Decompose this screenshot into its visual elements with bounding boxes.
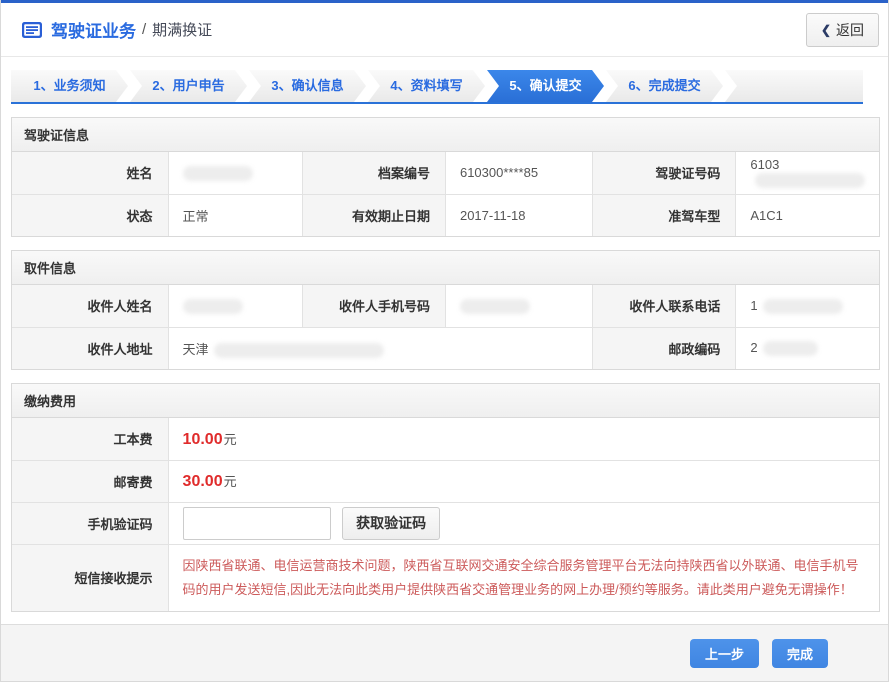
tab-step-5-label: 5、确认提交 <box>509 78 581 93</box>
postal-code-label: 邮政编码 <box>593 327 736 369</box>
recipient-phone-value: 1 <box>736 285 879 327</box>
file-no-label: 档案编号 <box>302 152 445 194</box>
table-row: 收件人姓名 收件人手机号码 收件人联系电话 1 <box>12 285 879 327</box>
sms-notice-text: 因陕西省联通、电信运营商技术问题，陕西省互联网交通安全综合服务管理平台无法向持陕… <box>169 545 879 611</box>
page-header: 驾驶证业务 / 期满换证 ❮ 返回 <box>1 3 888 57</box>
section-title-license: 驾驶证信息 <box>12 118 879 152</box>
recipient-mobile-label: 收件人手机号码 <box>302 285 445 327</box>
fees-table: 工本费 10.00元 邮寄费 30.00元 手机验证码 获取验证码 短信接收提示… <box>12 418 879 611</box>
sms-code-input[interactable] <box>183 507 331 540</box>
table-row: 姓名 档案编号 610300****85 驾驶证号码 6103 <box>12 152 879 194</box>
license-card-icon <box>21 21 43 39</box>
pickup-table: 收件人姓名 收件人手机号码 收件人联系电话 1 收件人地址 天津 邮政编码 2 <box>12 285 879 369</box>
section-pickup-info: 取件信息 收件人姓名 收件人手机号码 收件人联系电话 1 收件人地址 天津 邮政… <box>11 250 880 370</box>
get-sms-code-button[interactable]: 获取验证码 <box>342 507 440 540</box>
table-row: 邮寄费 30.00元 <box>12 460 879 502</box>
breadcrumb-separator: / <box>142 21 146 38</box>
redacted-recipient-address <box>214 343 384 358</box>
status-value: 正常 <box>168 194 302 236</box>
tab-step-4[interactable]: 4、资料填写 <box>368 70 485 102</box>
license-no-value: 6103 <box>736 152 879 194</box>
table-row: 状态 正常 有效期止日期 2017-11-18 准驾车型 A1C1 <box>12 194 879 236</box>
table-row: 短信接收提示 因陕西省联通、电信运营商技术问题，陕西省互联网交通安全综合服务管理… <box>12 544 879 611</box>
sms-notice-cell: 因陕西省联通、电信运营商技术问题，陕西省互联网交通安全综合服务管理平台无法向持陕… <box>168 544 879 611</box>
tab-step-2[interactable]: 2、用户申告 <box>130 70 247 102</box>
section-fees: 缴纳费用 工本费 10.00元 邮寄费 30.00元 手机验证码 获取验证码 短… <box>11 383 880 612</box>
tab-step-3-label: 3、确认信息 <box>271 78 343 93</box>
mailing-fee-value: 30.00元 <box>168 460 879 502</box>
section-title-pickup: 取件信息 <box>12 251 879 285</box>
tab-step-2-label: 2、用户申告 <box>152 78 224 93</box>
license-no-label: 驾驶证号码 <box>593 152 736 194</box>
previous-step-button[interactable]: 上一步 <box>690 639 759 668</box>
production-fee-label: 工本费 <box>12 418 168 460</box>
tab-filler <box>725 70 863 102</box>
recipient-phone-label: 收件人联系电话 <box>593 285 736 327</box>
redacted-name <box>183 166 253 181</box>
tab-step-1[interactable]: 1、业务须知 <box>11 70 128 102</box>
redacted-recipient-mobile <box>460 299 530 314</box>
table-row: 工本费 10.00元 <box>12 418 879 460</box>
license-table: 姓名 档案编号 610300****85 驾驶证号码 6103 状态 正常 有效… <box>12 152 879 236</box>
chevron-left-icon: ❮ <box>821 23 831 37</box>
vehicle-class-label: 准驾车型 <box>593 194 736 236</box>
production-fee-amount: 10.00 <box>183 431 223 448</box>
valid-until-value: 2017-11-18 <box>445 194 592 236</box>
postal-code-value: 2 <box>736 327 879 369</box>
tab-step-5-active[interactable]: 5、确认提交 <box>487 70 604 102</box>
back-button-label: 返回 <box>836 20 864 40</box>
section-license-info: 驾驶证信息 姓名 档案编号 610300****85 驾驶证号码 6103 状态… <box>11 117 880 237</box>
vehicle-class-value: A1C1 <box>736 194 879 236</box>
tab-step-3[interactable]: 3、确认信息 <box>249 70 366 102</box>
name-label: 姓名 <box>12 152 168 194</box>
redacted-recipient-phone <box>763 299 843 314</box>
sms-code-cell: 获取验证码 <box>168 502 879 544</box>
tab-step-4-label: 4、资料填写 <box>390 78 462 93</box>
redacted-license-no <box>755 173 865 188</box>
finish-button[interactable]: 完成 <box>772 639 828 668</box>
step-tabs: 1、业务须知 2、用户申告 3、确认信息 4、资料填写 5、确认提交 6、完成提… <box>11 70 863 104</box>
valid-until-label: 有效期止日期 <box>302 194 445 236</box>
recipient-address-value: 天津 <box>168 327 593 369</box>
section-title-fees: 缴纳费用 <box>12 384 879 418</box>
mailing-fee-amount: 30.00 <box>183 473 223 490</box>
recipient-mobile-value <box>445 285 592 327</box>
file-no-value: 610300****85 <box>445 152 592 194</box>
redacted-recipient-name <box>183 299 243 314</box>
redacted-postal-code <box>763 341 818 356</box>
status-label: 状态 <box>12 194 168 236</box>
mailing-fee-label: 邮寄费 <box>12 460 168 502</box>
tab-step-1-label: 1、业务须知 <box>33 78 105 93</box>
sms-code-label: 手机验证码 <box>12 502 168 544</box>
production-fee-value: 10.00元 <box>168 418 879 460</box>
sms-notice-label: 短信接收提示 <box>12 544 168 611</box>
production-fee-unit: 元 <box>224 432 237 447</box>
page-title: 驾驶证业务 <box>51 17 136 42</box>
tab-step-6[interactable]: 6、完成提交 <box>606 70 723 102</box>
tab-step-6-label: 6、完成提交 <box>628 78 700 93</box>
recipient-address-label: 收件人地址 <box>12 327 168 369</box>
footer-bar: 上一步 完成 <box>1 624 888 681</box>
recipient-name-value <box>168 285 302 327</box>
main-content: 驾驶证信息 姓名 档案编号 610300****85 驾驶证号码 6103 状态… <box>1 117 888 612</box>
recipient-name-label: 收件人姓名 <box>12 285 168 327</box>
mailing-fee-unit: 元 <box>224 474 237 489</box>
name-value <box>168 152 302 194</box>
back-button[interactable]: ❮ 返回 <box>806 13 879 47</box>
table-row: 手机验证码 获取验证码 <box>12 502 879 544</box>
breadcrumb-current: 期满换证 <box>152 19 212 40</box>
table-row: 收件人地址 天津 邮政编码 2 <box>12 327 879 369</box>
